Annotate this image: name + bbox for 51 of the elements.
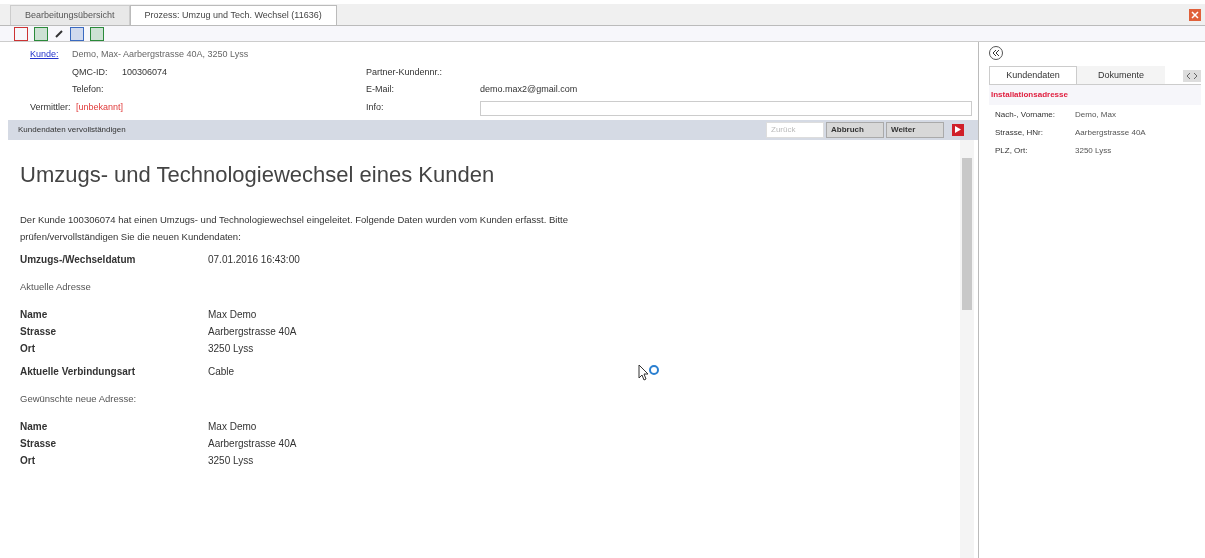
action-button[interactable]: Abbruch	[826, 121, 884, 138]
field-label: Strasse, HNr:	[995, 127, 1044, 139]
busy-cursor-icon	[638, 364, 660, 384]
field-label: QMC-ID:	[72, 65, 109, 79]
field-value: 07.01.2016 16:43:00	[208, 252, 300, 267]
field-value: 3250 Lyss	[1075, 145, 1112, 157]
tab[interactable]: Kundendaten	[989, 66, 1077, 84]
tab[interactable]: Dokumente	[1077, 66, 1165, 84]
field-label: Info:	[366, 101, 385, 115]
field-value: Aarbergstrasse 40A	[208, 324, 297, 339]
field-label: Name	[20, 420, 49, 434]
field-label: Strasse	[20, 324, 58, 339]
field-value: 3250 Lyss	[208, 341, 254, 356]
field-label: Vermittler:	[30, 101, 72, 115]
field-label: Name	[20, 307, 49, 322]
field-label: Strasse	[20, 437, 58, 451]
play-icon[interactable]	[952, 123, 964, 136]
agent-value: [unbekannt]	[76, 101, 125, 115]
subheading: Gewünschte neue Adresse:	[20, 391, 138, 406]
field-value: Demo, Max	[1075, 109, 1116, 121]
email-value: demo.max2@gmail.com	[480, 83, 578, 96]
panel-section-title: Installationsadresse	[989, 85, 1201, 105]
subheading: Aktuelle Adresse	[20, 279, 92, 294]
page-heading: Umzugs- und Technologiewechsel eines Kunden	[20, 160, 496, 189]
field-value: Cable	[208, 364, 235, 379]
field-label: Aktuelle Verbindungsart	[20, 364, 137, 379]
tab[interactable]: Prozess: Umzug und Tech. Wechsel (11636)	[129, 5, 337, 25]
intro-text: Der Kunde 100306074 hat einen Umzugs- und Technologiewechsel eingeleitet. Folgende Daten wurden vom Kunden erfasst. Bitte prüfen/vervollständigen Sie die neuen Kundendaten:	[20, 212, 569, 244]
section-title: Kundendaten vervollständigen	[18, 123, 127, 136]
scrollbar[interactable]	[960, 139, 974, 558]
field-label: E-Mail:	[366, 83, 395, 96]
field-label: Ort	[20, 341, 36, 356]
field-label: Telefon:	[72, 83, 105, 96]
close-icon[interactable]	[1189, 9, 1201, 21]
field-label: Ort	[20, 454, 36, 468]
field-label: Umzugs-/Wechseldatum	[20, 252, 137, 267]
field-label: PLZ, Ort:	[995, 145, 1029, 157]
field-value: Aarbergstrasse 40A	[1075, 127, 1146, 139]
field-label: Partner-Kundennr.:	[366, 65, 444, 79]
field-value: Max Demo	[208, 420, 257, 434]
field-label: Nach-, Vorname:	[995, 109, 1057, 121]
info-field[interactable]	[480, 100, 972, 116]
scroll-arrows-icon[interactable]	[1183, 70, 1201, 82]
tab[interactable]: Bearbeitungsübersicht	[10, 5, 130, 25]
customer-summary: Demo, Max- Aarbergstrasse 40A, 3250 Lyss	[72, 48, 249, 61]
field-value: 3250 Lyss	[208, 454, 254, 468]
action-button[interactable]: Weiter	[886, 121, 944, 138]
field-value: Max Demo	[208, 307, 257, 322]
field-value: Aarbergstrasse 40A	[208, 437, 297, 451]
customer-link[interactable]: Kunde:	[30, 48, 62, 62]
field-value: 100306074	[122, 65, 169, 79]
